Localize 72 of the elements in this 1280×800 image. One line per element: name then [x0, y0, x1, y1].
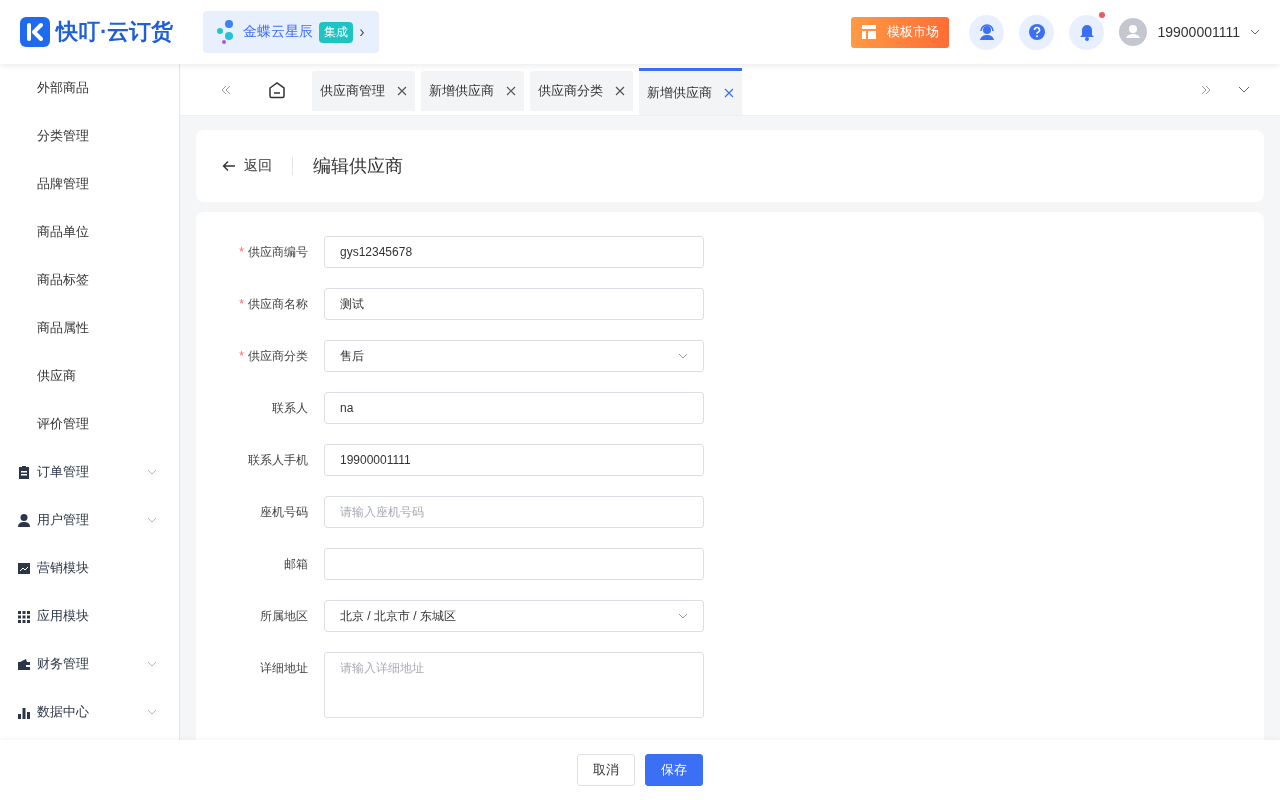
sidebar-item[interactable]: 财务管理 [0, 640, 179, 688]
sidebar-item[interactable]: 应用模块 [0, 592, 179, 640]
field-label: * 供应商分类 [238, 348, 309, 365]
field-label: 详细地址 [259, 660, 309, 677]
notifications-button[interactable] [1069, 14, 1105, 50]
page-title: 编辑供应商 [313, 155, 403, 178]
input-field[interactable]: gys12345678 [324, 236, 704, 268]
close-icon[interactable] [615, 86, 625, 96]
clipboard-icon [18, 465, 30, 479]
input-field[interactable]: 测试 [324, 288, 704, 320]
double-chevron-left-icon[interactable] [220, 83, 232, 96]
person-icon [18, 513, 30, 527]
chevron-down-icon[interactable] [1250, 29, 1260, 35]
home-icon[interactable] [268, 80, 286, 99]
tab[interactable]: 新增供应商 [639, 68, 742, 115]
field-label: 联系人手机 [247, 452, 309, 469]
user-name[interactable]: 19900001111 [1157, 24, 1240, 40]
field-label: * 供应商编号 [238, 244, 309, 261]
grid-icon [18, 609, 30, 623]
avatar-icon [1119, 18, 1148, 46]
logo-icon [20, 17, 50, 47]
wallet-icon [18, 657, 30, 671]
input-field[interactable]: 请输入座机号码 [324, 496, 704, 528]
chart-icon [18, 561, 30, 575]
tab[interactable]: 新增供应商 [421, 71, 524, 111]
select-field[interactable]: 北京 / 北京市 / 东城区 [324, 600, 704, 632]
tab[interactable]: 供应商管理 [312, 71, 415, 111]
chevron-down-icon[interactable] [1238, 85, 1250, 94]
chevron-down-icon [678, 613, 688, 619]
sidebar-item[interactable]: 品牌管理 [0, 160, 179, 208]
support-button[interactable] [969, 14, 1005, 50]
help-icon [1027, 23, 1046, 41]
sidebar-item[interactable]: 营销模块 [0, 544, 179, 592]
tab[interactable]: 供应商分类 [530, 71, 633, 111]
arrow-left-icon [222, 160, 236, 172]
chevron-down-icon [678, 353, 688, 359]
close-icon[interactable] [397, 86, 407, 96]
sidebar-item[interactable]: 商品标签 [0, 256, 179, 304]
input-field[interactable] [324, 548, 704, 580]
sidebar-item[interactable]: 数据中心 [0, 688, 179, 736]
cancel-button[interactable]: 取消 [577, 754, 635, 786]
sidebar-item[interactable]: 订单管理 [0, 448, 179, 496]
field-label: 座机号码 [259, 504, 309, 521]
bar-chart-icon [18, 705, 30, 719]
field-label: 邮箱 [283, 556, 309, 573]
field-label: 所属地区 [259, 608, 309, 625]
help-button[interactable] [1019, 14, 1055, 50]
chevron-text: › [359, 23, 365, 41]
double-chevron-right-icon[interactable] [1200, 83, 1212, 96]
promo-label: 金蝶云星辰 [243, 23, 314, 41]
sidebar-item[interactable]: 外部商品 [0, 64, 179, 112]
sidebar-item[interactable]: 供应商 [0, 352, 179, 400]
save-button[interactable]: 保存 [645, 754, 703, 786]
sidebar-item[interactable]: 商品属性 [0, 304, 179, 352]
integration-badge: 集成 [319, 21, 354, 43]
sidebar-item[interactable]: 商品单位 [0, 208, 179, 256]
input-field[interactable]: na [324, 392, 704, 424]
select-field[interactable]: 售后 [324, 340, 704, 372]
sidebar-item[interactable]: 分类管理 [0, 112, 179, 160]
sidebar-item[interactable]: 用户管理 [0, 496, 179, 544]
field-label: * 供应商名称 [238, 296, 309, 313]
promo-banner[interactable]: 金蝶云星辰 集成 › [203, 11, 379, 53]
close-icon[interactable] [724, 88, 734, 98]
layout-icon [861, 24, 878, 40]
app-logo-text: 快叮·云订货 [56, 18, 174, 46]
field-label: 联系人 [271, 400, 309, 417]
sidebar-item[interactable]: 评价管理 [0, 400, 179, 448]
input-field[interactable]: 19900001111 [324, 444, 704, 476]
address-textarea[interactable]: 请输入详细地址 [324, 652, 704, 718]
close-icon[interactable] [506, 86, 516, 96]
headset-icon [977, 23, 996, 41]
back-button[interactable]: 返回 [222, 157, 272, 175]
